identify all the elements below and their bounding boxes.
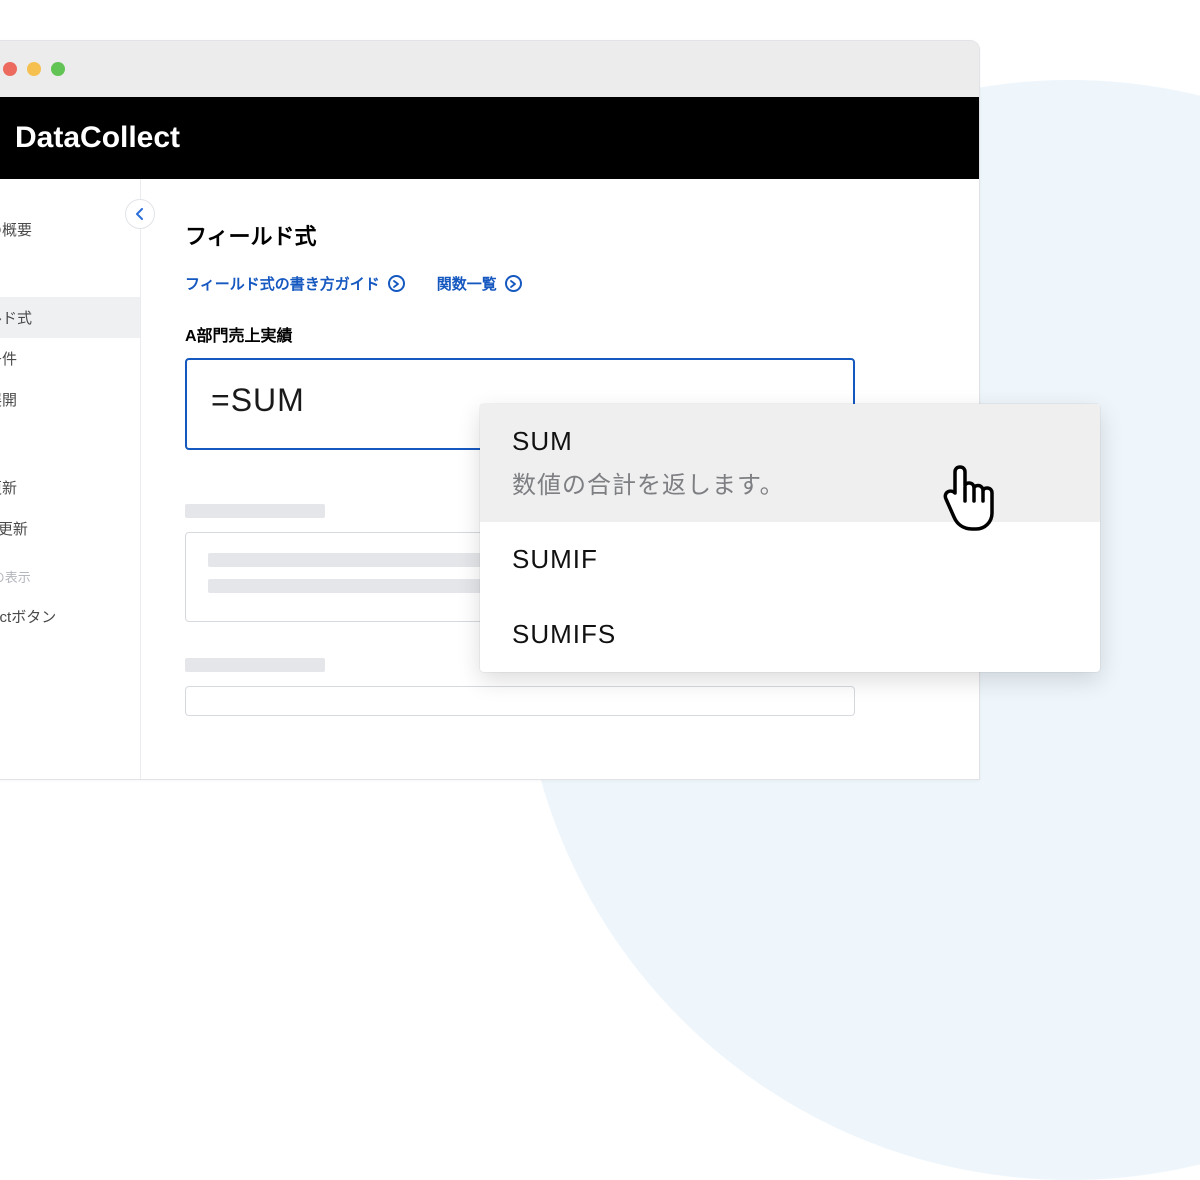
help-links: フィールド式の書き方ガイド 関数一覧 xyxy=(185,273,935,294)
sidebar-item[interactable]: ィールド式 xyxy=(0,297,140,338)
autocomplete-item[interactable]: SUMIF xyxy=(480,522,1100,597)
autocomplete-popup: SUM 数値の合計を返します。 SUMIF SUMIFS xyxy=(480,404,1100,672)
sidebar-heading: 更新 xyxy=(0,420,140,467)
window-close-button[interactable] xyxy=(3,62,17,76)
sidebar-item[interactable]: プリの概要 xyxy=(0,209,140,250)
sidebar-heading: 構成 xyxy=(0,250,140,297)
window-minimize-button[interactable] xyxy=(27,62,41,76)
sidebar-item[interactable]: 指定更新 xyxy=(0,467,140,508)
app-header: + − × ÷ DataCollect xyxy=(0,97,979,179)
link-function-list[interactable]: 関数一覧 xyxy=(437,273,522,294)
page-title: フィールド式 xyxy=(185,219,935,251)
window-titlebar xyxy=(0,41,979,97)
autocomplete-item-name: SUMIFS xyxy=(512,619,1068,650)
link-function-list-label: 関数一覧 xyxy=(437,273,497,294)
app-title: DataCollect xyxy=(15,121,180,155)
autocomplete-item[interactable]: SUM 数値の合計を返します。 xyxy=(480,404,1100,522)
link-guide[interactable]: フィールド式の書き方ガイド xyxy=(185,273,405,294)
window-zoom-button[interactable] xyxy=(51,62,65,76)
sidebar: プリの概要構成ィールド式込み条件ブル展開更新指定更新bhook更新one上の表示… xyxy=(0,179,141,779)
autocomplete-item-name: SUMIF xyxy=(512,544,1068,575)
sidebar-item[interactable]: bhook更新 xyxy=(0,508,140,549)
formula-value: =SUM xyxy=(211,382,305,419)
sidebar-collapse-button[interactable] xyxy=(125,199,155,229)
sidebar-item[interactable]: ブル展開 xyxy=(0,379,140,420)
autocomplete-item-desc: 数値の合計を返します。 xyxy=(512,465,1068,500)
sidebar-heading: one上の表示 xyxy=(0,549,140,596)
autocomplete-item[interactable]: SUMIFS xyxy=(480,597,1100,672)
chevron-right-icon xyxy=(505,275,522,292)
chevron-right-icon xyxy=(388,275,405,292)
link-guide-label: フィールド式の書き方ガイド xyxy=(185,273,380,294)
autocomplete-item-name: SUM xyxy=(512,426,1068,457)
sidebar-item[interactable]: aCollectボタン xyxy=(0,596,140,637)
field-label: A部門売上実績 xyxy=(185,322,935,346)
sidebar-item[interactable]: 込み条件 xyxy=(0,338,140,379)
